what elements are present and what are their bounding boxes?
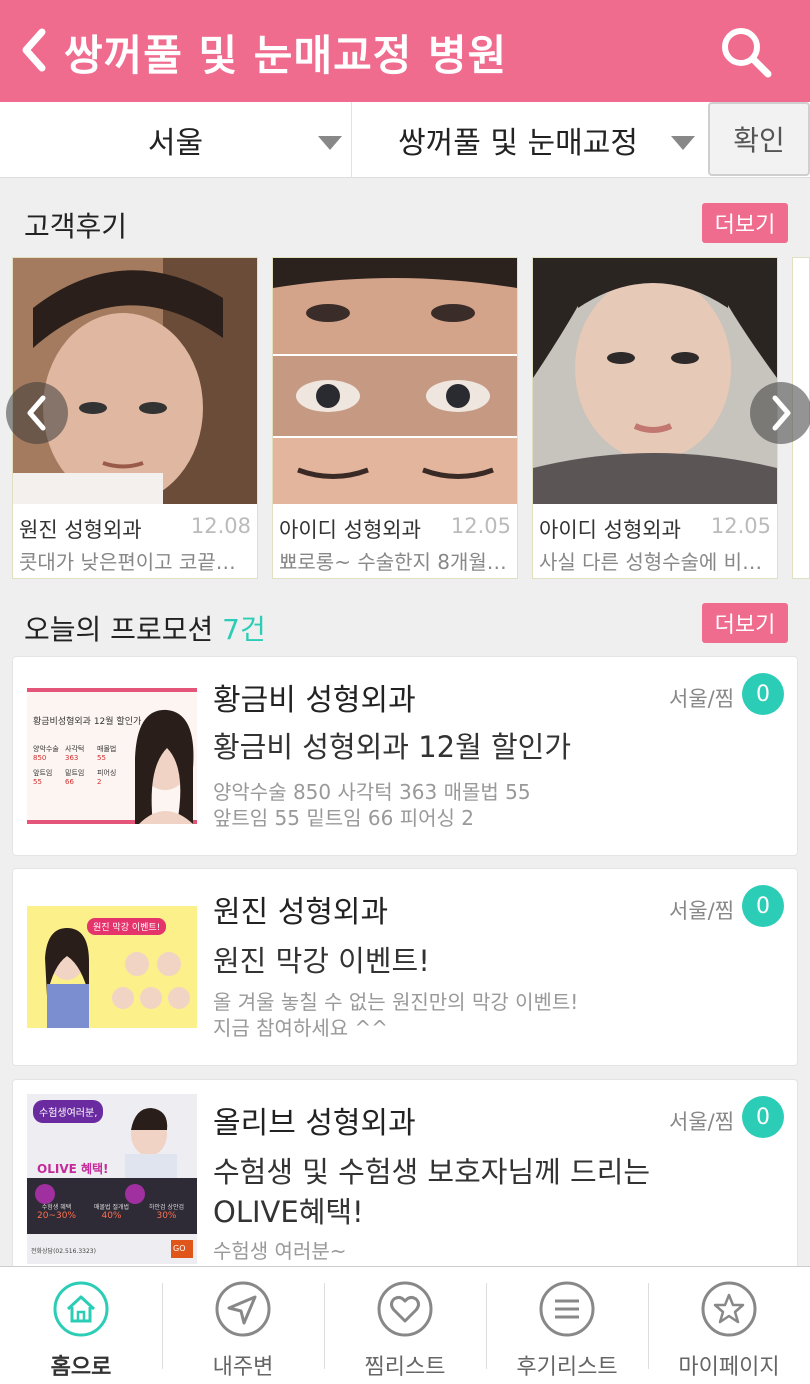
heart-icon: [377, 1281, 433, 1337]
thumb-price-item: 피어싱 2: [97, 769, 117, 786]
review-photo: [533, 258, 777, 504]
dropdown-triangle-icon: [318, 136, 342, 150]
review-hospital: 아이디 성형외과: [279, 518, 421, 542]
category-select[interactable]: 쌍꺼풀 및 눈매교정: [353, 102, 707, 178]
thumb-price-item: 양악수술 850: [33, 745, 59, 762]
thumb-price-item: 사각턱 363: [65, 745, 85, 762]
list-icon: [539, 1281, 595, 1337]
back-chevron-icon[interactable]: [20, 26, 50, 74]
app-header: 쌍꺼풀 및 눈매교정 병원: [0, 0, 810, 102]
promo-card[interactable]: 황금비성형외과 12월 할인가 양악수술 850 사각턱 363 매몰법 55 앞트임…: [12, 656, 798, 856]
thumb-price-item: 매몰법 55: [97, 745, 117, 762]
reviews-more-button[interactable]: 더보기: [702, 203, 788, 243]
promo-card[interactable]: 수험생여러분, OLIVE 혜택! 수험생 혜택 20~30% 매몰법 절개법 40…: [12, 1079, 798, 1279]
dropdown-triangle-icon: [671, 136, 695, 150]
review-hospital: 아이디 성형외과: [539, 518, 681, 542]
promo-thumbnail: 원진 막강 이벤트!: [27, 906, 197, 1028]
zzim-count-badge[interactable]: 0: [742, 1096, 784, 1138]
review-photo: [13, 258, 257, 504]
promo-hospital: 올리브 성형외과: [213, 1106, 416, 1141]
chevron-left-icon: [27, 395, 46, 431]
promo-hospital: 원진 성형외과: [213, 895, 389, 930]
region-value: 서울: [147, 126, 204, 161]
thumb-heading: 원진 막강 이벤트!: [87, 918, 167, 935]
promo-location: 서울/찜: [669, 899, 735, 923]
promotions-count: 7건: [222, 613, 266, 646]
page-title: 쌍꺼풀 및 눈매교정 병원: [64, 31, 508, 80]
tab-label: 찜리스트: [364, 1355, 446, 1380]
promotions-title-text: 오늘의 프로모션: [24, 613, 214, 646]
promo-description: 양악수술 850 사각턱 363 매몰법 55 앞트임 55 밑트임 66 피어…: [213, 780, 531, 830]
review-text: 사실 다른 성형수술에 비…: [539, 550, 763, 574]
promo-location: 서울/찜: [669, 687, 735, 711]
thumb-price-item: 앞트임 55: [33, 769, 53, 786]
star-icon: [701, 1281, 757, 1337]
thumb-bubble: 수험생여러분,: [33, 1100, 104, 1123]
carousel-prev-button[interactable]: [6, 382, 68, 444]
thumb-heading: OLIVE 혜택!: [37, 1162, 109, 1176]
promo-description: 올 겨울 놓칠 수 없는 원진만의 막강 이벤트! 지금 참여하세요 ^^: [213, 990, 579, 1040]
thumb-discount-row: 수험생 혜택 20~30% 매몰법 절개법 40% 하안검 상안검 30%: [29, 1202, 195, 1221]
search-icon[interactable]: [718, 24, 774, 80]
promo-thumbnail: 황금비성형외과 12월 할인가 양악수술 850 사각턱 363 매몰법 55 앞트임…: [27, 688, 197, 824]
tab-label: 내주변: [212, 1355, 274, 1380]
chevron-right-icon: [772, 395, 791, 431]
review-hospital: 원진 성형외과: [19, 518, 142, 542]
zzim-count-badge[interactable]: 0: [742, 673, 784, 715]
tab-zzim-list[interactable]: 찜리스트: [324, 1267, 486, 1384]
location-arrow-icon: [215, 1281, 271, 1337]
tab-home[interactable]: 홈으로: [0, 1267, 162, 1384]
carousel-next-button[interactable]: [750, 382, 810, 444]
promo-hospital: 황금비 성형외과: [213, 683, 416, 718]
thumb-phone: 전화상담(02.516.3323): [31, 1248, 96, 1255]
promotions-section-title: 오늘의 프로모션 7건: [24, 608, 266, 648]
promo-title: 황금비 성형외과 12월 할인가: [213, 730, 572, 764]
review-date: 12.05: [450, 514, 511, 538]
promo-description: 수험생 여러분~: [213, 1239, 347, 1263]
promo-location: 서울/찜: [669, 1110, 735, 1134]
category-value: 쌍꺼풀 및 눈매교정: [398, 126, 638, 161]
filter-bar: 서울 쌍꺼풀 및 눈매교정: [0, 102, 810, 178]
thumb-heading: 황금비성형외과 12월 할인가: [33, 717, 142, 727]
region-select[interactable]: 서울: [0, 102, 352, 178]
review-photo: [273, 258, 517, 504]
review-date: 12.05: [710, 514, 771, 538]
thumb-discount-item: 매몰법 절개법 40%: [93, 1204, 130, 1221]
review-text: 콧대가 낮은편이고 코끝…: [19, 550, 236, 574]
thumb-discount-item: 수험생 혜택 20~30%: [37, 1204, 76, 1221]
bottom-tab-bar: 홈으로 내주변 찜리스트 후기리스트 마이페이지: [0, 1266, 810, 1384]
tab-nearby[interactable]: 내주변: [162, 1267, 324, 1384]
tab-label: 홈으로: [50, 1355, 112, 1380]
tab-review-list[interactable]: 후기리스트: [486, 1267, 648, 1384]
review-date: 12.08: [190, 514, 251, 538]
tab-label: 마이페이지: [678, 1355, 780, 1380]
promotions-more-button[interactable]: 더보기: [702, 603, 788, 643]
review-card[interactable]: 아이디 성형외과 12.05 뾰로롱~ 수술한지 8개월…: [272, 257, 518, 579]
zzim-count-badge[interactable]: 0: [742, 885, 784, 927]
tab-my-page[interactable]: 마이페이지: [648, 1267, 810, 1384]
promo-card[interactable]: 원진 막강 이벤트! 원진 성형외과 서울/찜 0 원진 막강 이벤트! 올 겨…: [12, 868, 798, 1066]
promo-title: 수험생 및 수험생 보호자님께 드리는 OLIVE혜택!: [213, 1155, 651, 1229]
promo-thumbnail: 수험생여러분, OLIVE 혜택! 수험생 혜택 20~30% 매몰법 절개법 40…: [27, 1094, 197, 1264]
thumb-go: GO: [173, 1244, 186, 1253]
thumb-price-item: 밑트임 66: [65, 769, 85, 786]
thumb-price-grid: 양악수술 850 사각턱 363 매몰법 55 앞트임 55 밑트임 66 피어싱 2: [33, 744, 129, 786]
review-card[interactable]: 아이디 성형외과 12.05 사실 다른 성형수술에 비…: [532, 257, 778, 579]
thumb-discount-item: 하안검 상안검 30%: [148, 1204, 185, 1221]
confirm-button[interactable]: 확인: [708, 102, 810, 176]
home-icon: [53, 1281, 109, 1337]
tab-label: 후기리스트: [516, 1355, 618, 1380]
review-text: 뾰로롱~ 수술한지 8개월…: [279, 550, 507, 574]
promo-title: 원진 막강 이벤트!: [213, 944, 430, 978]
reviews-section-title: 고객후기: [24, 210, 128, 243]
